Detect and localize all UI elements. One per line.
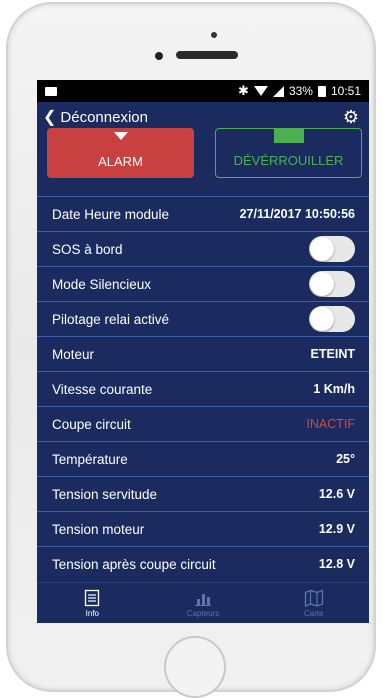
row-label: Tension après coupe circuit bbox=[52, 556, 216, 572]
alarm-button[interactable]: ALARM bbox=[47, 128, 194, 178]
unlock-button-label: DÉVÉRROUILLER bbox=[233, 153, 344, 168]
row-label: Coupe circuit bbox=[52, 416, 131, 432]
alarm-arrow-icon bbox=[114, 132, 128, 140]
row-label: Tension moteur bbox=[52, 521, 145, 537]
tab-capteurs[interactable]: Capteurs bbox=[148, 583, 259, 623]
document-icon bbox=[85, 589, 100, 606]
row-label: Vitesse courante bbox=[52, 381, 153, 397]
map-icon bbox=[304, 589, 323, 607]
home-button[interactable] bbox=[164, 636, 226, 698]
bluetooth-icon: ✱ bbox=[238, 83, 249, 98]
row-value: 12.8 V bbox=[318, 557, 355, 571]
row-sos: SOS à bord bbox=[37, 231, 369, 266]
toggle-knob bbox=[310, 237, 334, 261]
unlock-button[interactable]: DÉVÉRROUILLER bbox=[215, 128, 362, 178]
row-label: Mode Silencieux bbox=[52, 276, 152, 292]
row-label: Date Heure module bbox=[52, 206, 170, 222]
row-label: Pilotage relai activé bbox=[52, 311, 170, 327]
battery-icon bbox=[317, 85, 326, 97]
clock: 10:51 bbox=[330, 84, 361, 98]
sos-toggle[interactable] bbox=[309, 236, 355, 262]
row-tension-servitude: Tension servitude 12.6 V bbox=[37, 476, 369, 511]
toggle-knob bbox=[310, 272, 334, 296]
row-value: 1 Km/h bbox=[313, 382, 355, 396]
app-notification-icon bbox=[45, 86, 57, 96]
bar-chart-icon bbox=[195, 593, 211, 606]
tab-carte[interactable]: Carte bbox=[258, 583, 369, 623]
battery-percent: 33% bbox=[288, 84, 313, 98]
silent-mode-toggle[interactable] bbox=[309, 271, 355, 297]
wifi-icon bbox=[253, 86, 268, 96]
tab-label: Carte bbox=[303, 608, 324, 618]
front-camera bbox=[155, 52, 163, 60]
row-relay: Pilotage relai activé bbox=[37, 301, 369, 336]
tab-bar: Info Capteurs Carte bbox=[37, 582, 369, 623]
toggle-knob bbox=[310, 307, 334, 331]
gear-icon[interactable]: ⚙ bbox=[343, 107, 359, 128]
row-value: 25° bbox=[336, 452, 355, 466]
relay-toggle[interactable] bbox=[309, 306, 355, 332]
signal-icon bbox=[272, 85, 284, 97]
tab-label: Info bbox=[85, 608, 99, 618]
unlock-indicator-icon bbox=[274, 129, 304, 143]
row-date-heure: Date Heure module 27/11/2017 10:50:56 bbox=[37, 196, 369, 231]
tab-label: Capteurs bbox=[186, 608, 220, 618]
row-value: 27/11/2017 10:50:56 bbox=[239, 207, 355, 221]
row-value: ETEINT bbox=[310, 347, 355, 361]
tab-info[interactable]: Info bbox=[37, 583, 148, 623]
row-silent-mode: Mode Silencieux bbox=[37, 266, 369, 301]
row-tension-moteur: Tension moteur 12.9 V bbox=[37, 511, 369, 546]
row-value: 12.6 V bbox=[318, 487, 355, 501]
disconnect-link[interactable]: Déconnexion bbox=[60, 109, 148, 126]
row-value-status: INACTIF bbox=[306, 417, 355, 431]
row-label: Tension servitude bbox=[52, 486, 158, 502]
action-buttons: ALARM DÉVÉRROUILLER bbox=[37, 128, 369, 190]
row-tension-apres-coupe: Tension après coupe circuit 12.8 V bbox=[37, 546, 369, 581]
row-temperature: Température 25° bbox=[37, 441, 369, 476]
alarm-button-label: ALARM bbox=[98, 154, 143, 169]
row-vitesse: Vitesse courante 1 Km/h bbox=[37, 371, 369, 406]
app-screen: ✱ 33% 10:51 ❮ Déconnexion ⚙ ALARM DÉVÉRR… bbox=[37, 80, 369, 623]
front-sensor bbox=[211, 32, 217, 38]
row-moteur: Moteur ETEINT bbox=[37, 336, 369, 371]
back-chevron-icon[interactable]: ❮ bbox=[43, 107, 56, 127]
row-label: Température bbox=[52, 451, 128, 467]
earpiece-speaker bbox=[176, 51, 238, 59]
row-coupe-circuit: Coupe circuit INACTIF bbox=[37, 406, 369, 441]
status-bar: ✱ 33% 10:51 bbox=[37, 80, 369, 102]
row-value: 12.9 V bbox=[318, 522, 355, 536]
row-label: Moteur bbox=[52, 346, 95, 362]
row-label: SOS à bord bbox=[52, 241, 123, 257]
info-list: Date Heure module 27/11/2017 10:50:56 SO… bbox=[37, 196, 369, 581]
